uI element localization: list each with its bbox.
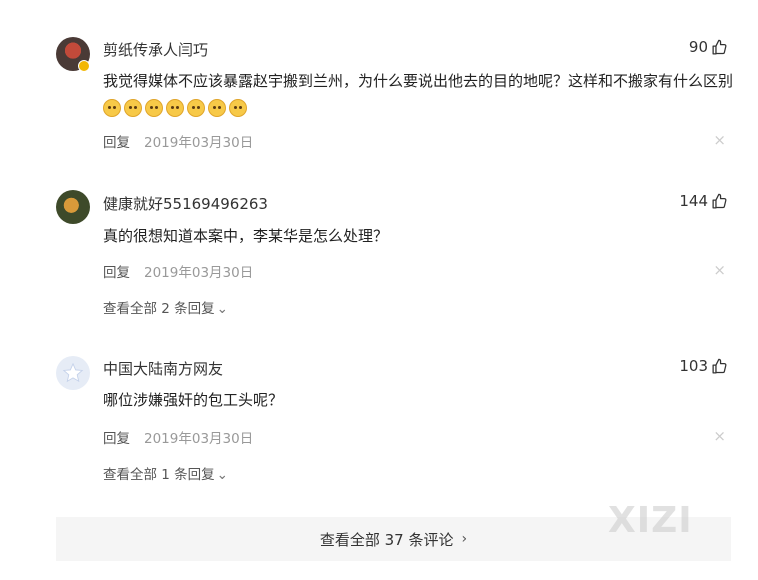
close-icon[interactable]: ×: [713, 131, 726, 149]
default-avatar-icon: [62, 362, 84, 383]
reply-button[interactable]: 回复: [103, 265, 130, 281]
like-button[interactable]: 90: [689, 38, 728, 56]
like-button[interactable]: 144: [679, 192, 728, 210]
chevron-down-icon: ⌄: [216, 467, 228, 483]
chevron-right-icon: ›: [461, 531, 468, 547]
close-icon[interactable]: ×: [713, 427, 726, 445]
reply-button[interactable]: 回复: [103, 135, 130, 151]
watermark-logo: XIZI: [608, 500, 693, 541]
comment-text: 我觉得媒体不应该暴露赵宇搬到兰州，为什么要说出他去的目的地呢？这样和不搬家有什么…: [103, 67, 733, 123]
view-replies-label: 查看全部 1 条回复: [103, 467, 215, 483]
comment-date: 2019年03月30日: [144, 135, 254, 151]
avatar[interactable]: [56, 356, 90, 390]
emoji-icon: [124, 99, 142, 117]
emoji-icon: [145, 99, 163, 117]
emoji-icon: [187, 99, 205, 117]
comment-text: 哪位涉嫌强奸的包工头呢？: [103, 391, 284, 409]
thumbs-up-icon: [712, 358, 727, 374]
chevron-down-icon: ⌄: [216, 301, 228, 317]
like-button[interactable]: 103: [679, 357, 728, 375]
comment-meta: 回复 2019年03月30日: [103, 261, 253, 281]
like-count: 90: [688, 38, 708, 56]
comment-date: 2019年03月30日: [144, 265, 254, 281]
comment-body: 我觉得媒体不应该暴露赵宇搬到兰州，为什么要说出他去的目的地呢？这样和不搬家有什么…: [103, 72, 734, 90]
thumbs-up-icon: [712, 193, 727, 209]
avatar[interactable]: [56, 190, 90, 224]
comment-meta: 回复 2019年03月30日: [103, 427, 253, 447]
view-replies-button[interactable]: 查看全部 2 条回复 ⌄: [103, 297, 228, 317]
view-all-label: 查看全部 37 条评论: [319, 530, 454, 549]
emoji-icon: [103, 99, 121, 117]
username[interactable]: 剪纸传承人闫巧: [103, 39, 208, 60]
comment-meta: 回复 2019年03月30日: [103, 131, 253, 151]
verified-badge-icon: [78, 60, 90, 72]
close-icon[interactable]: ×: [713, 261, 726, 279]
like-count: 103: [679, 357, 708, 375]
thumbs-up-icon: [712, 39, 727, 55]
comment-date: 2019年03月30日: [144, 431, 254, 447]
comment-text: 真的很想知道本案中，李某华是怎么处理？: [103, 227, 389, 245]
emoji-icon: [208, 99, 226, 117]
view-replies-label: 查看全部 2 条回复: [103, 301, 215, 317]
username[interactable]: 中国大陆南方网友: [103, 358, 223, 379]
reply-button[interactable]: 回复: [103, 431, 130, 447]
emoji-icon: [166, 99, 184, 117]
emoji-icon: [229, 99, 247, 117]
view-replies-button[interactable]: 查看全部 1 条回复 ⌄: [103, 463, 228, 483]
username[interactable]: 健康就好55169496263: [103, 193, 268, 214]
like-count: 144: [679, 192, 708, 210]
